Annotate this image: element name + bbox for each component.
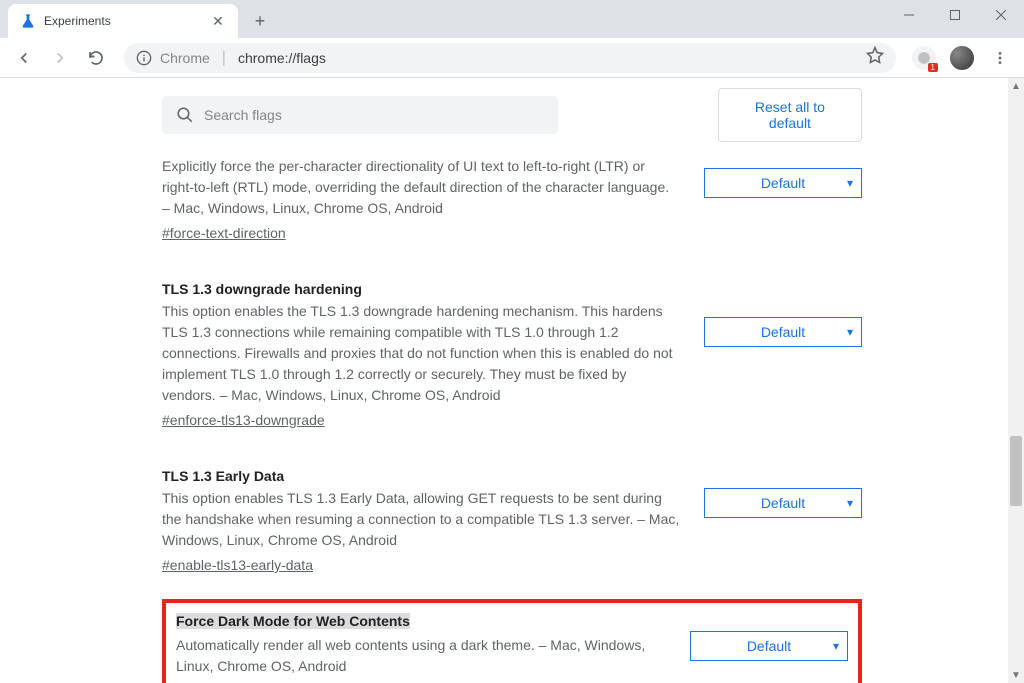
url-separator: | — [222, 49, 226, 67]
info-icon — [136, 50, 152, 66]
maximize-button[interactable] — [932, 0, 978, 30]
flag-item: TLS 1.3 Early Data This option enables T… — [162, 450, 862, 579]
flag-title: TLS 1.3 downgrade hardening — [162, 281, 680, 297]
browser-toolbar: Chrome | chrome://flags 1 — [0, 38, 1024, 78]
flag-dropdown[interactable]: Default — [704, 168, 862, 198]
flag-dropdown-value: Default — [747, 638, 791, 654]
search-icon — [176, 106, 194, 124]
flag-dropdown-value: Default — [761, 495, 805, 511]
flag-description: Explicitly force the per-character direc… — [162, 156, 680, 219]
flag-item: TLS 1.3 downgrade hardening This option … — [162, 263, 862, 434]
reload-button[interactable] — [80, 42, 112, 74]
profile-avatar[interactable] — [950, 46, 974, 70]
flag-title: Force Dark Mode for Web Contents — [176, 613, 410, 629]
extension-icon[interactable]: 1 — [912, 46, 936, 70]
extension-badge: 1 — [928, 63, 938, 72]
back-button[interactable] — [8, 42, 40, 74]
flag-anchor-link[interactable]: #enable-tls13-early-data — [162, 557, 313, 573]
minimize-button[interactable] — [886, 0, 932, 30]
tab-title: Experiments — [44, 14, 210, 28]
page-content: Search flags Reset all to default Force … — [0, 78, 1024, 683]
browser-tab[interactable]: Experiments ✕ — [8, 4, 238, 38]
flag-dropdown[interactable]: Default — [704, 488, 862, 518]
flag-anchor-link[interactable]: #enforce-tls13-downgrade — [162, 412, 325, 428]
bookmark-star-icon[interactable] — [866, 46, 884, 69]
forward-button[interactable] — [44, 42, 76, 74]
scroll-up-icon[interactable]: ▲ — [1008, 78, 1024, 94]
highlighted-flag: Force Dark Mode for Web Contents Automat… — [162, 599, 862, 683]
search-placeholder: Search flags — [204, 107, 282, 123]
scrollbar-thumb[interactable] — [1010, 436, 1022, 506]
window-controls — [886, 0, 1024, 30]
titlebar: Experiments ✕ + — [0, 0, 1024, 38]
flag-description: This option enables TLS 1.3 Early Data, … — [162, 488, 680, 551]
flag-description: Automatically render all web contents us… — [176, 635, 666, 677]
search-flags-input[interactable]: Search flags — [162, 96, 558, 134]
new-tab-button[interactable]: + — [246, 7, 274, 35]
scrollbar[interactable]: ▲ ▼ — [1008, 78, 1024, 683]
flask-icon — [20, 13, 36, 29]
flag-dropdown-value: Default — [761, 324, 805, 340]
scroll-down-icon[interactable]: ▼ — [1008, 667, 1024, 683]
url-path: chrome://flags — [238, 50, 326, 66]
close-icon[interactable]: ✕ — [210, 13, 226, 29]
address-bar[interactable]: Chrome | chrome://flags — [124, 43, 896, 73]
flag-dropdown-value: Default — [761, 175, 805, 191]
reset-all-button[interactable]: Reset all to default — [718, 88, 862, 142]
flag-description: This option enables the TLS 1.3 downgrad… — [162, 301, 680, 406]
flag-anchor-link[interactable]: #force-text-direction — [162, 225, 286, 241]
flag-dropdown[interactable]: Default — [690, 631, 848, 661]
flag-title: TLS 1.3 Early Data — [162, 468, 680, 484]
flag-item: Force text direction Explicitly force th… — [162, 150, 862, 247]
kebab-menu-icon[interactable] — [984, 42, 1016, 74]
flag-dropdown[interactable]: Default — [704, 317, 862, 347]
close-window-button[interactable] — [978, 0, 1024, 30]
url-scheme: Chrome — [160, 50, 210, 66]
